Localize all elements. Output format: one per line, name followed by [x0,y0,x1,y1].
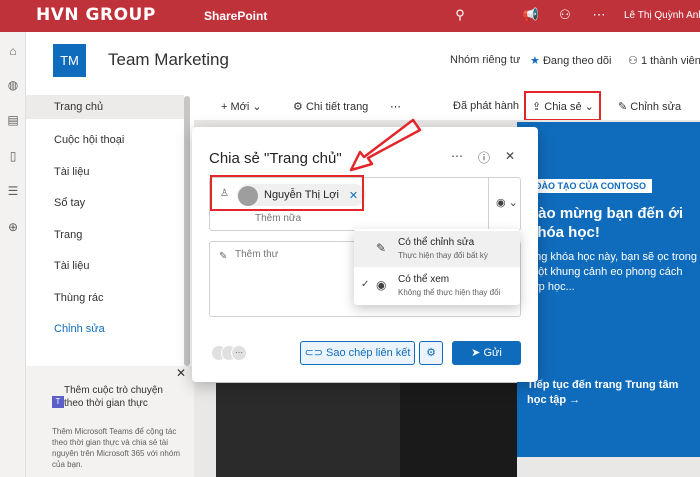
link-settings-button[interactable]: ⚙ [419,341,443,365]
hero-link[interactable]: Tiếp tục đến trang Trung tâm học tập → [527,378,697,408]
copy-link-label: Sao chép liên kết [326,347,411,359]
hero-title: hào mừng bạn đến ới khóa học! [529,205,684,241]
new-label: Mới [230,101,250,113]
teams-promo-desc: Thêm Microsoft Teams để cộng tác theo th… [52,427,180,469]
nav-edit-link[interactable]: Chỉnh sửa [26,317,184,341]
megaphone-icon[interactable]: 📢 [522,7,540,23]
hero-banner: ĐÀO TẠO CỦA CONTOSO hào mừng bạn đến ới … [517,122,700,457]
shared-with-avatars[interactable]: ⋯ [211,345,251,363]
chevron-down-icon: ⌄ [508,197,518,209]
person-icon: ⚇ [628,55,638,67]
nav-item-documents-2[interactable]: Tài liệu [26,254,184,278]
close-icon[interactable]: ✕ [502,149,518,163]
send-button[interactable]: ➤ Gửi [452,341,521,365]
add-icon[interactable]: ⊕ [5,220,21,236]
pencil-icon: ✎ [618,101,628,113]
globe-icon[interactable]: ◍ [5,78,21,94]
privacy-label: Nhóm riêng tư [450,54,521,66]
recipient-highlight-box [210,175,364,211]
nav-scrollbar[interactable] [184,96,190,366]
user-name[interactable]: Lê Thị Quỳnh Anh [624,10,700,21]
members-button[interactable]: ⚇ 1 thành viên [628,54,700,67]
site-logo[interactable]: TM [53,44,86,77]
nav-item-documents[interactable]: Tài liệu [26,160,184,184]
more-options-icon[interactable]: ⋯ [449,149,465,163]
home-icon[interactable]: ⌂ [5,44,21,60]
follow-label: Đang theo dõi [542,55,612,67]
eye-icon: ◉ [496,197,506,209]
brand-logo[interactable]: HVN GROUP [36,5,156,25]
nav-item-notebook[interactable]: Sổ tay [26,191,184,215]
search-icon[interactable]: ⚲ [451,7,469,23]
copy-link-button[interactable]: ⊂⊃ Sao chép liên kết [300,341,415,365]
option-desc: Không thể thực hiện thay đổi [398,288,501,297]
edit-label: Chỉnh sửa [630,101,682,113]
note-icon: ✎ [219,251,228,262]
chevron-down-icon: ⌄ [252,101,262,113]
share-label: Chia sẻ [544,101,582,113]
command-bar: + Mới ⌄ ⚙ Chi tiết trang ⋯ Đã phát hành … [194,92,700,120]
option-desc: Thực hiện thay đổi bất kỳ [398,251,488,260]
divider [488,178,489,232]
nav-item-recycle-bin[interactable]: Thùng rác [26,286,184,310]
share-button[interactable]: ⇪ Chia sẻ ⌄ [524,91,601,121]
gear-icon: ⚙ [293,101,303,113]
more-people-icon: ⋯ [231,345,247,361]
site-header: TM Team Marketing Nhóm riêng tư ★ Đang t… [26,32,700,88]
pencil-icon: ✎ [376,241,387,255]
app-rail: ⌂ ◍ ▤ ▯ ☰ ⊕ [0,32,26,477]
add-more-input[interactable] [255,213,355,224]
new-button[interactable]: + Mới ⌄ [221,100,262,113]
page-details-label: Chi tiết trang [305,101,369,113]
dialog-title: Chia sẻ "Trang chủ" [209,150,342,167]
page-details-button[interactable]: ⚙ Chi tiết trang [293,100,368,113]
file-icon[interactable]: ▯ [5,149,21,165]
option-title: Có thể chỉnh sửa [398,237,475,248]
send-label: Gửi [483,347,502,359]
hero-photo-dark [400,383,517,477]
suite-bar: HVN GROUP SharePoint ⚲ 📢 ⚇ ⋯ Lê Thị Quỳn… [0,0,700,32]
more-commands-button[interactable]: ⋯ [390,100,401,113]
nav-item-pages[interactable]: Trang [26,223,184,247]
permission-option-edit[interactable]: ✎ Có thể chỉnh sửa Thực hiện thay đổi bấ… [354,231,520,267]
teams-promo-title[interactable]: Thêm cuộc trò chuyện theo thời gian thực [64,384,174,410]
site-title[interactable]: Team Marketing [108,50,229,70]
published-status: Đã phát hành [453,100,520,112]
edit-page-button[interactable]: ✎ Chỉnh sửa [618,100,681,113]
people-icon[interactable]: ⚇ [556,7,574,23]
teams-icon: T [52,396,64,408]
news-icon[interactable]: ▤ [5,113,21,129]
message-input[interactable] [235,249,345,260]
close-icon[interactable]: ✕ [176,366,186,380]
star-icon: ★ [530,55,540,67]
gear-icon: ⚙ [426,347,436,359]
option-title: Có thể xem [398,274,450,285]
follow-button[interactable]: ★ Đang theo dõi [530,54,611,67]
nav-item-home[interactable]: Trang chủ [26,95,184,119]
send-icon: ➤ [471,347,481,359]
more-icon[interactable]: ⋯ [590,7,608,23]
members-label: 1 thành viên [640,55,700,67]
check-icon: ✓ [361,279,370,290]
eye-icon: ◉ [376,278,387,292]
hero-desc: ong khóa học này, bạn sẽ ọc trong một kh… [529,251,697,293]
help-icon[interactable]: ⓘ [476,149,492,166]
app-name[interactable]: SharePoint [204,9,267,23]
plus-icon: + [221,101,228,113]
hero-tag: ĐÀO TẠO CỦA CONTOSO [529,179,653,193]
list-icon[interactable]: ☰ [5,184,21,200]
brand-logo-text: HVN GROUP [36,5,156,25]
permission-option-view[interactable]: ✓ ◉ Có thể xem Không thể thực hiện thay … [354,268,520,304]
link-icon: ⊂⊃ [304,347,323,359]
chevron-down-icon: ⌄ [584,101,594,113]
nav-item-conversations[interactable]: Cuộc hội thoại [26,128,184,152]
permission-dropdown: ✎ Có thể chỉnh sửa Thực hiện thay đổi bấ… [354,229,520,305]
permission-toggle[interactable]: ◉ ⌄ [496,196,518,209]
share-icon: ⇪ [532,101,542,113]
